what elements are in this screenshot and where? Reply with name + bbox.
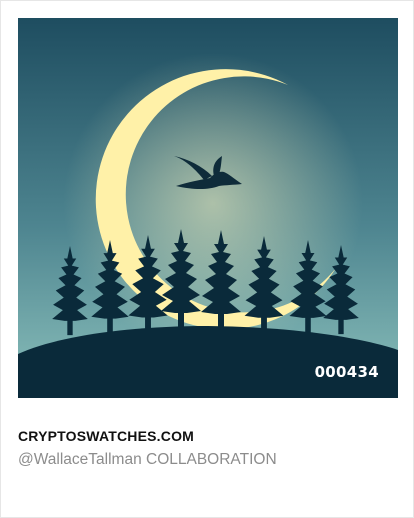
- brand-name[interactable]: CRYPTOSWATCHES.COM: [18, 428, 194, 444]
- artwork-image[interactable]: 000434: [18, 18, 398, 398]
- artist-credit[interactable]: @WallaceTallman COLLABORATION: [18, 451, 277, 469]
- edition-number: 000434: [314, 363, 379, 381]
- artwork-illustration: [18, 18, 398, 398]
- nft-card[interactable]: 000434 CRYPTOSWATCHES.COM @WallaceTallma…: [0, 0, 414, 518]
